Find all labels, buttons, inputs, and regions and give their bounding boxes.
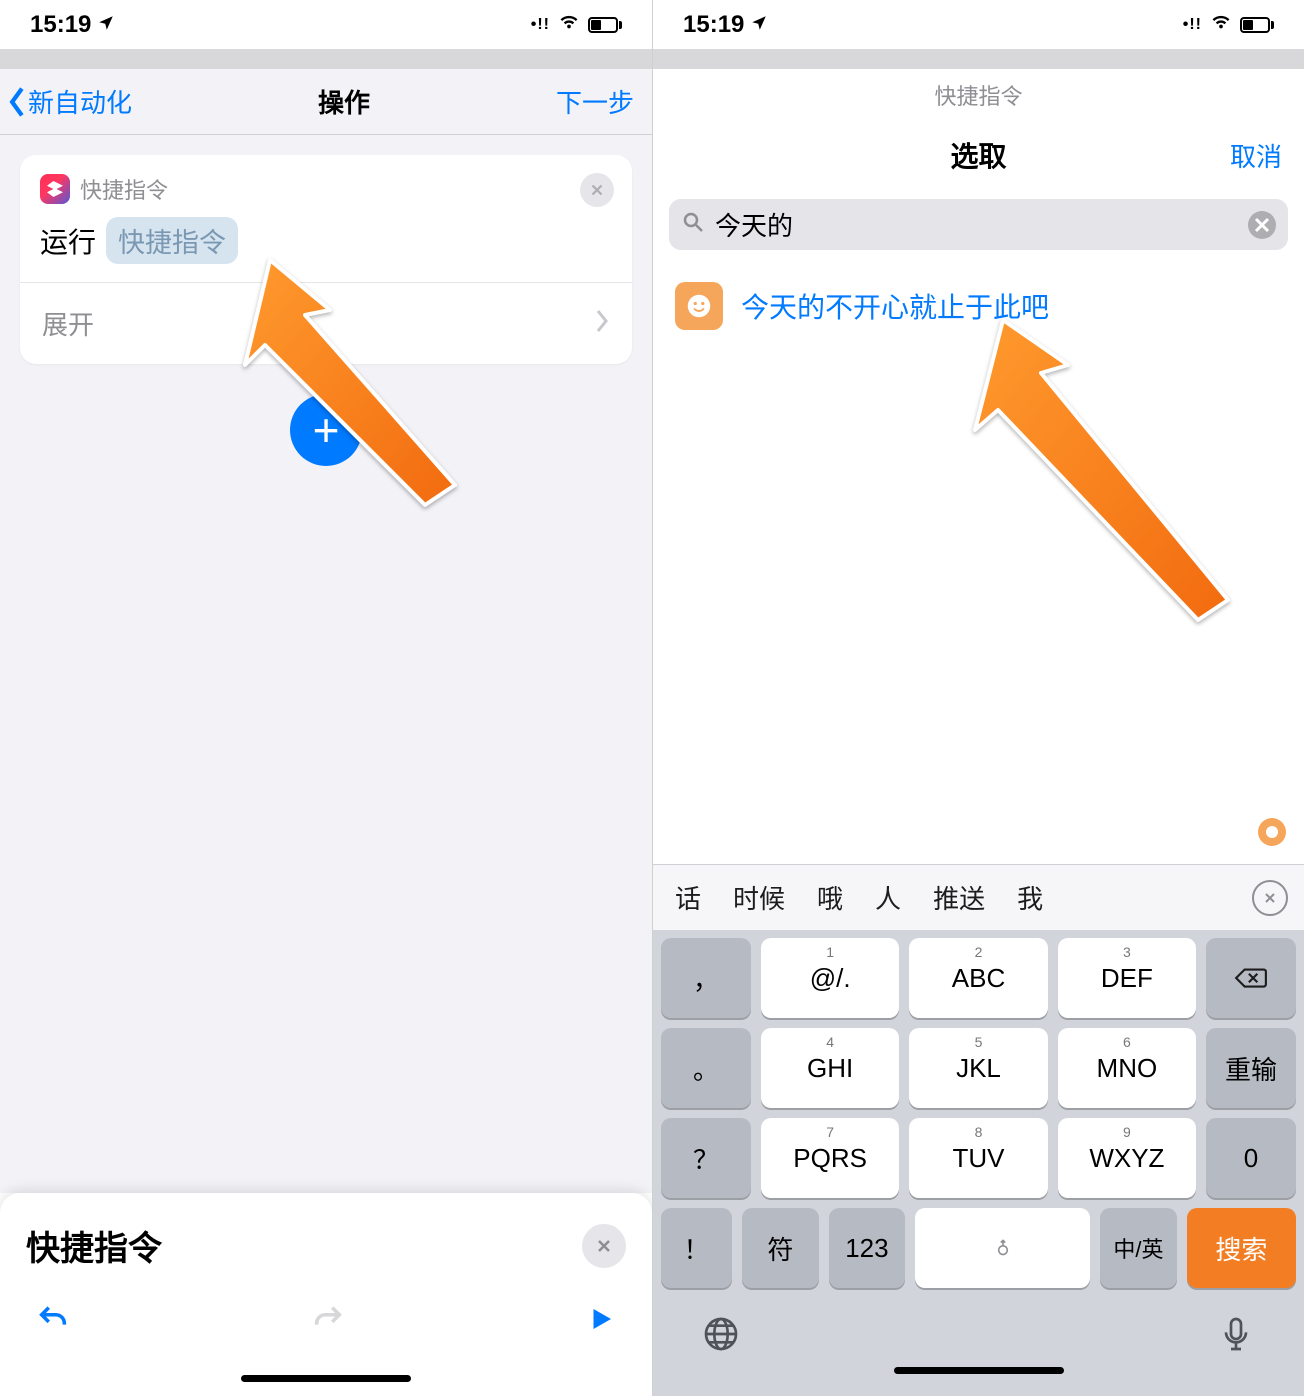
picker-nav: 选取 取消 <box>653 117 1304 193</box>
right-screenshot: 15:19 •!! 快捷指令 选取 取消 <box>652 0 1304 1396</box>
redo-button[interactable] <box>311 1302 345 1341</box>
key-zero[interactable]: 0 <box>1206 1118 1296 1198</box>
suggestion-item[interactable]: 我 <box>1001 865 1059 930</box>
expand-label: 展开 <box>42 305 94 342</box>
location-icon <box>750 11 768 39</box>
suggestion-item[interactable]: 话 <box>659 865 717 930</box>
key-backspace[interactable] <box>1206 938 1296 1018</box>
mic-icon[interactable] <box>1216 1314 1256 1359</box>
home-indicator <box>241 1375 411 1382</box>
suggestion-item[interactable]: 哦 <box>801 865 859 930</box>
suggestion-bar: 话 时候 哦 人 推送 我 <box>653 864 1304 930</box>
action-card: 快捷指令 运行 快捷指令 展开 <box>20 155 632 364</box>
result-row[interactable]: 今天的不开心就止于此吧 <box>653 264 1304 348</box>
undo-button[interactable] <box>36 1302 70 1341</box>
search-icon <box>681 210 705 239</box>
wifi-icon <box>558 10 580 39</box>
suggestion-close-button[interactable] <box>1252 880 1288 916</box>
search-bar[interactable] <box>669 199 1288 250</box>
shortcut-result-icon <box>675 282 723 330</box>
key-4[interactable]: 4GHI <box>761 1028 899 1108</box>
suggestion-item[interactable]: 时候 <box>717 865 801 930</box>
sheet-backdrop <box>0 49 652 69</box>
key-symbols[interactable]: 符 <box>742 1208 819 1288</box>
content-area: 快捷指令 运行 快捷指令 展开 + <box>0 135 652 1193</box>
key-question[interactable]: ？ <box>661 1118 751 1198</box>
left-screenshot: 15:19 •!! 新自动化 操作 下一步 <box>0 0 652 1396</box>
location-icon <box>97 11 115 39</box>
back-label: 新自动化 <box>28 83 132 120</box>
run-label: 运行 <box>40 221 96 261</box>
battery-icon <box>588 17 622 33</box>
key-reinput[interactable]: 重输 <box>1206 1028 1296 1108</box>
panel-title: 快捷指令 <box>26 1221 162 1270</box>
key-period[interactable]: 。 <box>661 1028 751 1108</box>
search-input[interactable] <box>715 209 1238 240</box>
bottom-panel: 快捷指令 <box>0 1193 652 1396</box>
key-exclaim[interactable]: ！ <box>661 1208 732 1288</box>
nav-bar: 新自动化 操作 下一步 <box>0 69 652 135</box>
shortcuts-app-icon <box>40 174 70 204</box>
key-language[interactable]: 中/英 <box>1100 1208 1177 1288</box>
key-3[interactable]: 3DEF <box>1058 938 1196 1018</box>
expand-row[interactable]: 展开 <box>20 282 632 364</box>
key-7[interactable]: 7PQRS <box>761 1118 899 1198</box>
sheet-backdrop <box>653 49 1304 69</box>
key-search[interactable]: 搜索 <box>1187 1208 1296 1288</box>
key-8[interactable]: 8TUV <box>909 1118 1047 1198</box>
status-bar: 15:19 •!! <box>0 0 652 49</box>
shortcut-token[interactable]: 快捷指令 <box>106 217 238 264</box>
input-accessory-icon[interactable] <box>1258 818 1286 846</box>
panel-close-button[interactable] <box>582 1224 626 1268</box>
status-time: 15:19 <box>30 11 91 39</box>
key-6[interactable]: 6MNO <box>1058 1028 1196 1108</box>
battery-icon <box>1240 17 1274 33</box>
key-2[interactable]: 2ABC <box>909 938 1047 1018</box>
key-1[interactable]: 1@/. <box>761 938 899 1018</box>
next-button[interactable]: 下一步 <box>556 83 634 120</box>
suggestion-item[interactable]: 推送 <box>917 865 1001 930</box>
secondary-signal-icon: •!! <box>531 16 550 34</box>
picker-title: 选取 <box>950 135 1006 175</box>
home-indicator <box>894 1367 1064 1374</box>
remove-action-button[interactable] <box>580 173 614 207</box>
result-list-area <box>653 348 1304 864</box>
nav-title: 操作 <box>318 83 370 120</box>
chevron-right-icon <box>594 307 610 340</box>
secondary-signal-icon: •!! <box>1183 16 1202 34</box>
key-5[interactable]: 5JKL <box>909 1028 1047 1108</box>
key-numbers[interactable]: 123 <box>829 1208 906 1288</box>
run-button[interactable] <box>586 1304 616 1339</box>
keyboard: ， 1@/. 2ABC 3DEF 。 4GHI 5JKL 6MNO 重输 ？ 7… <box>653 930 1304 1396</box>
cancel-button[interactable]: 取消 <box>1230 137 1282 174</box>
back-button[interactable]: 新自动化 <box>6 83 132 120</box>
key-space[interactable] <box>915 1208 1090 1288</box>
result-text: 今天的不开心就止于此吧 <box>741 286 1049 326</box>
wifi-icon <box>1210 10 1232 39</box>
key-9[interactable]: 9WXYZ <box>1058 1118 1196 1198</box>
status-bar: 15:19 •!! <box>653 0 1304 49</box>
globe-icon[interactable] <box>701 1314 741 1359</box>
suggestion-item[interactable]: 人 <box>859 865 917 930</box>
app-label: 快捷指令 <box>80 173 168 205</box>
clear-search-button[interactable] <box>1248 211 1276 239</box>
sheet-mini-title: 快捷指令 <box>653 69 1304 117</box>
add-action-button[interactable]: + <box>290 394 362 466</box>
key-comma[interactable]: ， <box>661 938 751 1018</box>
status-time: 15:19 <box>683 11 744 39</box>
